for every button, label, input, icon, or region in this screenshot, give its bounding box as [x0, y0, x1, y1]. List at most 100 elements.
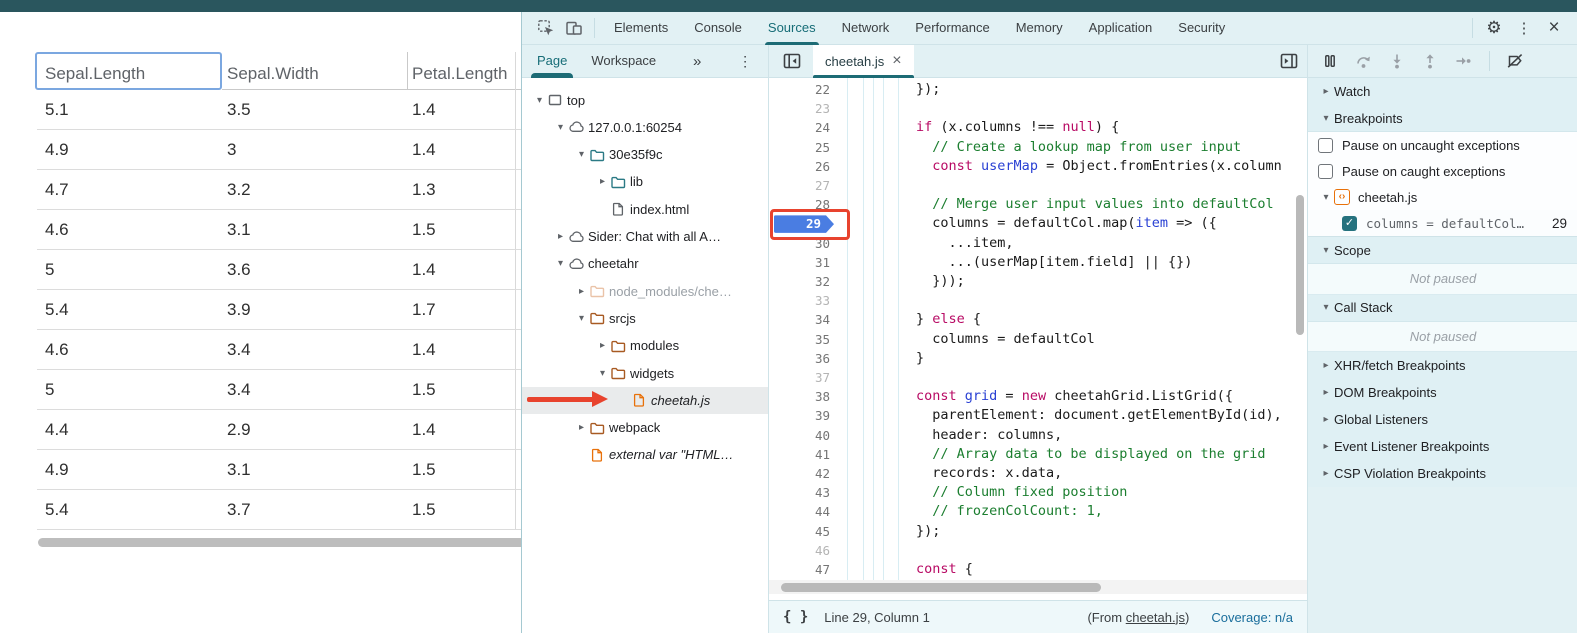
tree-expanded-icon[interactable]: ▾	[532, 95, 547, 106]
sidebar-section-xhr-fetch-breakpoints[interactable]: ▸XHR/fetch Breakpoints	[1308, 352, 1577, 379]
code-line-41[interactable]: 41 // Array data to be displayed on the …	[769, 445, 1307, 464]
navigator-tab-page[interactable]: Page	[537, 45, 567, 78]
line-number[interactable]: 47	[769, 560, 839, 579]
code-line-45[interactable]: 45});	[769, 522, 1307, 541]
tree-collapsed-icon[interactable]: ▸	[1318, 86, 1334, 97]
step-into-icon[interactable]	[1389, 53, 1405, 69]
line-number[interactable]: 22	[769, 80, 839, 99]
tree-item-index.html[interactable]: index.html	[522, 196, 769, 223]
tab-performance[interactable]: Performance	[902, 12, 1002, 45]
tab-elements[interactable]: Elements	[601, 12, 681, 45]
tree-collapsed-icon[interactable]: ▸	[574, 286, 589, 297]
table-row[interactable]: 4.931.4	[37, 130, 521, 170]
line-number[interactable]: 42	[769, 464, 839, 483]
tree-item-widgets[interactable]: ▾widgets	[522, 360, 769, 387]
hide-navigator-icon[interactable]	[783, 53, 801, 69]
close-devtools-icon[interactable]: ×	[1539, 15, 1569, 41]
code-line-42[interactable]: 42 records: x.data,	[769, 464, 1307, 483]
checkbox-checked[interactable]: ✓	[1342, 216, 1357, 231]
line-number[interactable]: 24	[769, 118, 839, 137]
step-over-icon[interactable]	[1355, 53, 1372, 69]
tree-expanded-icon[interactable]: ▾	[595, 368, 610, 379]
tree-collapsed-icon[interactable]: ▸	[1318, 441, 1334, 452]
editor-horizontal-scrollbar[interactable]	[781, 583, 1101, 592]
inspect-element-icon[interactable]	[532, 15, 560, 41]
code-line-33[interactable]: 33	[769, 291, 1307, 310]
tree-item-node-modules-che-[interactable]: ▸node_modules/che…	[522, 278, 769, 305]
code-line-43[interactable]: 43 // Column fixed position	[769, 483, 1307, 502]
editor-vertical-scrollbar[interactable]	[1296, 195, 1304, 335]
tree-item-modules[interactable]: ▸modules	[522, 332, 769, 359]
column-header-Petal.Length[interactable]: Petal.Length	[412, 64, 507, 90]
code-line-46[interactable]: 46	[769, 541, 1307, 560]
breakpoint-group-cheetah-js[interactable]: ▾‹›cheetah.js	[1308, 184, 1577, 210]
line-number[interactable]: 33	[769, 291, 839, 310]
breakpoint-entry[interactable]: ✓columns = defaultCol…29	[1308, 210, 1577, 237]
tree-item-sider-chat-with-all-a-[interactable]: ▸Sider: Chat with all A…	[522, 223, 769, 250]
tree-item-30e35f9c[interactable]: ▾30e35f9c	[522, 141, 769, 168]
more-options-icon[interactable]: ⋮	[1509, 15, 1539, 41]
code-editor[interactable]: 22});2324if (x.columns !== null) {25 // …	[769, 78, 1307, 600]
sidebar-section-breakpoints[interactable]: ▾Breakpoints	[1308, 105, 1577, 132]
page-horizontal-scrollbar[interactable]	[38, 538, 521, 547]
checkbox-unchecked[interactable]	[1318, 164, 1333, 179]
code-line-47[interactable]: 47const {	[769, 560, 1307, 579]
table-row[interactable]: 4.42.91.4	[37, 410, 521, 450]
tree-item-127.0.0.1-60254[interactable]: ▾127.0.0.1:60254	[522, 114, 769, 141]
code-line-26[interactable]: 26 const userMap = Object.fromEntries(x.…	[769, 157, 1307, 176]
tab-memory[interactable]: Memory	[1003, 12, 1076, 45]
sidebar-section-scope[interactable]: ▾Scope	[1308, 237, 1577, 264]
table-row[interactable]: 4.93.11.5	[37, 450, 521, 490]
tab-security[interactable]: Security	[1165, 12, 1238, 45]
checkbox-row-pause-on-caught-exceptions[interactable]: Pause on caught exceptions	[1308, 158, 1577, 184]
sidebar-section-global-listeners[interactable]: ▸Global Listeners	[1308, 406, 1577, 433]
sidebar-section-dom-breakpoints[interactable]: ▸DOM Breakpoints	[1308, 379, 1577, 406]
line-number[interactable]: 41	[769, 445, 839, 464]
line-number[interactable]: 27	[769, 176, 839, 195]
tree-expanded-icon[interactable]: ▾	[1318, 113, 1334, 124]
table-row[interactable]: 53.41.5	[37, 370, 521, 410]
tree-expanded-icon[interactable]: ▾	[553, 258, 568, 269]
table-row[interactable]: 5.13.51.4	[37, 90, 521, 130]
line-number[interactable]: 45	[769, 522, 839, 541]
sidebar-section-event-listener-breakpoints[interactable]: ▸Event Listener Breakpoints	[1308, 433, 1577, 460]
source-file-link[interactable]: cheetah.js	[1126, 610, 1185, 625]
sidebar-section-watch[interactable]: ▸Watch	[1308, 78, 1577, 105]
tree-expanded-icon[interactable]: ▾	[574, 149, 589, 160]
deactivate-breakpoints-icon[interactable]	[1507, 53, 1524, 69]
table-row[interactable]: 4.63.41.4	[37, 330, 521, 370]
tree-expanded-icon[interactable]: ▾	[1318, 245, 1334, 256]
checkbox-row-pause-on-uncaught-exceptions[interactable]: Pause on uncaught exceptions	[1308, 132, 1577, 158]
code-line-39[interactable]: 39 parentElement: document.getElementByI…	[769, 406, 1307, 425]
tree-collapsed-icon[interactable]: ▸	[1318, 387, 1334, 398]
line-number[interactable]: 34	[769, 310, 839, 329]
line-number[interactable]: 40	[769, 426, 839, 445]
pause-script-icon[interactable]	[1322, 53, 1338, 69]
line-number[interactable]: 46	[769, 541, 839, 560]
line-number[interactable]: 23	[769, 99, 839, 118]
code-line-24[interactable]: 24if (x.columns !== null) {	[769, 118, 1307, 137]
close-tab-icon[interactable]: ×	[892, 52, 901, 70]
checkbox-unchecked[interactable]	[1318, 138, 1333, 153]
tree-collapsed-icon[interactable]: ▸	[595, 176, 610, 187]
tree-item-top[interactable]: ▾top	[522, 87, 769, 114]
tree-expanded-icon[interactable]: ▾	[574, 313, 589, 324]
tree-collapsed-icon[interactable]: ▸	[1318, 468, 1334, 479]
coverage-link[interactable]: Coverage: n/a	[1211, 610, 1293, 625]
code-line-25[interactable]: 25 // Create a lookup map from user inpu…	[769, 138, 1307, 157]
tree-item-webpack[interactable]: ▸webpack	[522, 414, 769, 441]
code-line-35[interactable]: 35 columns = defaultCol	[769, 330, 1307, 349]
step-icon[interactable]	[1455, 53, 1472, 69]
table-row[interactable]: 4.63.11.5	[37, 210, 521, 250]
tab-network[interactable]: Network	[829, 12, 903, 45]
tab-sources[interactable]: Sources	[755, 12, 829, 45]
line-number[interactable]: 31	[769, 253, 839, 272]
code-line-27[interactable]: 27	[769, 176, 1307, 195]
line-number[interactable]: 25	[769, 138, 839, 157]
pretty-print-icon[interactable]: { }	[783, 609, 808, 625]
sidebar-section-csp-violation-breakpoints[interactable]: ▸CSP Violation Breakpoints	[1308, 460, 1577, 487]
code-line-38[interactable]: 38const grid = new cheetahGrid.ListGrid(…	[769, 387, 1307, 406]
column-header-Sepal.Width[interactable]: Sepal.Width	[227, 64, 319, 90]
line-number[interactable]: 36	[769, 349, 839, 368]
tree-collapsed-icon[interactable]: ▸	[574, 422, 589, 433]
